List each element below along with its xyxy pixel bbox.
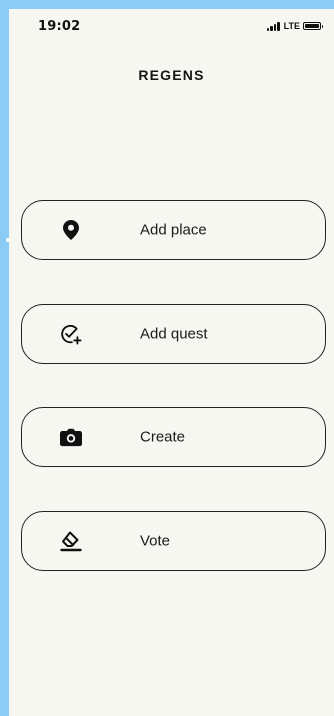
vote-label: Vote bbox=[140, 532, 171, 550]
status-time: 19:02 bbox=[38, 19, 81, 34]
battery-fill bbox=[305, 24, 319, 28]
map-pin-icon bbox=[60, 219, 82, 241]
status-bar: 19:02 LTE bbox=[9, 9, 334, 43]
status-indicators: LTE bbox=[266, 20, 323, 32]
app-logo-title: REGENS bbox=[138, 67, 205, 83]
create-label: Create bbox=[140, 428, 186, 446]
battery-icon bbox=[303, 22, 323, 30]
network-type: LTE bbox=[283, 21, 300, 31]
eraser-icon bbox=[60, 530, 82, 552]
device-frame: 19:02 LTE REGENS Add place Add quest Cre… bbox=[0, 0, 334, 716]
vote-button[interactable]: Vote bbox=[21, 511, 326, 571]
create-button[interactable]: Create bbox=[21, 407, 326, 467]
app-screen: 19:02 LTE REGENS Add place Add quest Cre… bbox=[9, 9, 334, 716]
add-place-button[interactable]: Add place bbox=[21, 200, 326, 260]
add-quest-button[interactable]: Add quest bbox=[21, 304, 326, 364]
signal-icon bbox=[266, 21, 281, 31]
check-circle-plus-icon bbox=[60, 323, 82, 345]
battery-tip bbox=[321, 25, 323, 28]
camera-icon bbox=[60, 426, 82, 448]
add-quest-label: Add quest bbox=[140, 325, 208, 343]
add-place-label: Add place bbox=[140, 221, 207, 239]
